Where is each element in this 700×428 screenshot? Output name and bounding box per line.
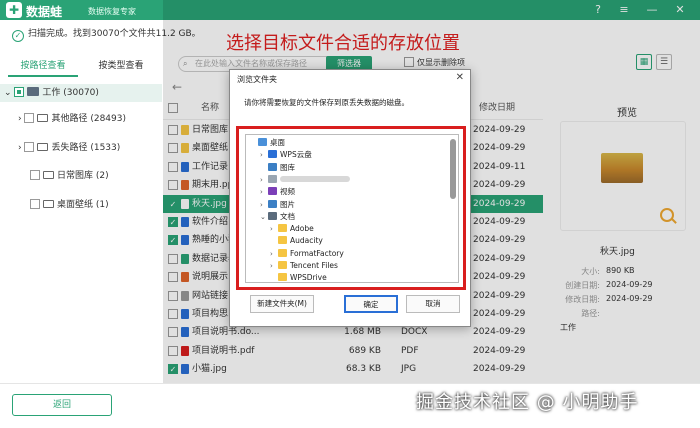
folder-tree-item[interactable]: › 视频	[260, 186, 295, 198]
folder-tree-label: Adobe	[290, 224, 314, 234]
folder-tree-label: 桌面	[270, 138, 285, 147]
back-button[interactable]: 返回	[12, 394, 112, 416]
folder-tree-item[interactable]: 图库	[260, 162, 295, 174]
folder-icon	[278, 273, 287, 282]
tree-item-label: 桌面壁纸 (1)	[57, 200, 109, 210]
folder-icon	[268, 199, 277, 208]
folder-tree-item[interactable]: WPSDrive	[270, 272, 327, 283]
tree-item-wallpapers[interactable]: 桌面壁纸 (1)	[30, 197, 109, 213]
folder-tree-item[interactable]: › FormatFactory	[270, 248, 344, 260]
folder-tree-item[interactable]: › Adobe	[270, 223, 314, 235]
folder-tree-label: 文档	[280, 211, 295, 221]
folder-icon	[278, 248, 287, 257]
check-circle-icon: ✓	[12, 30, 24, 42]
tree-item-label: 丢失路径 (1533)	[51, 143, 121, 153]
folder-icon	[268, 174, 277, 183]
folder-tree-label: FormatFactory	[290, 248, 344, 258]
tree-item-other-paths[interactable]: › 其他路径 (28493)	[18, 111, 126, 127]
folder-tree-item[interactable]: ⌄ 文档	[260, 211, 295, 223]
folder-icon	[37, 143, 49, 151]
new-folder-button[interactable]: 新建文件夹(M)	[250, 295, 314, 313]
folder-tree-label: 视频	[280, 187, 295, 197]
tree-item-checkbox[interactable]	[24, 142, 35, 152]
folder-tree-label: Audacity	[290, 236, 323, 246]
expand-arrow-icon[interactable]: ›	[260, 199, 268, 211]
watermark: 掘金技术社区 @ 小明助手	[416, 392, 639, 413]
folder-tree-item[interactable]: 桌面	[250, 137, 285, 149]
expand-arrow-icon[interactable]: ›	[260, 186, 268, 198]
folder-tree-item[interactable]: › WPS云盘	[260, 149, 312, 161]
dialog-title: 浏览文件夹	[237, 75, 277, 84]
folder-icon	[268, 162, 277, 171]
folder-tree-label: 图片	[280, 199, 295, 209]
folder-tree-label: 图库	[280, 162, 295, 172]
folder-icon	[278, 236, 287, 245]
folder-tree-item[interactable]: Audacity	[270, 235, 323, 247]
expand-arrow-icon[interactable]: ⌄	[260, 211, 268, 223]
tab-by-path[interactable]: 按路径查看	[8, 55, 78, 77]
folder-icon	[268, 211, 277, 220]
drive-icon	[27, 87, 40, 96]
expand-arrow-icon[interactable]: ›	[270, 260, 278, 272]
tree-item-lost-paths[interactable]: › 丢失路径 (1533)	[18, 140, 120, 156]
folder-icon	[278, 261, 287, 269]
chevron-down-icon[interactable]: ⌄	[4, 88, 14, 98]
view-tabs: 按路径查看 按类型查看	[0, 55, 162, 77]
redacted-label	[280, 175, 350, 182]
folder-tree-item[interactable]: › 图片	[260, 199, 295, 211]
expand-arrow-icon[interactable]: ›	[260, 174, 268, 186]
tree-item-checkbox[interactable]	[30, 199, 40, 209]
folder-icon	[43, 171, 54, 179]
tree-root-checkbox[interactable]	[14, 87, 25, 97]
folder-icon	[268, 187, 277, 196]
dialog-close-icon[interactable]: ✕	[456, 72, 464, 83]
folder-tree-label: WPSDrive	[290, 273, 327, 283]
app-logo-icon: ✚	[6, 2, 22, 18]
tree-root[interactable]: ⌄ 工作 (30070)	[4, 85, 99, 101]
expand-arrow-icon[interactable]: ›	[270, 223, 278, 235]
folder-tree-label: WPS云盘	[280, 150, 312, 160]
chevron-right-icon[interactable]: ›	[18, 143, 22, 153]
tree-item-checkbox[interactable]	[24, 113, 35, 123]
folder-icon	[37, 114, 49, 122]
folder-tree-item[interactable]: › Tencent Files	[270, 260, 338, 272]
folder-icon	[268, 150, 277, 159]
tab-by-type[interactable]: 按类型查看	[86, 55, 156, 77]
dialog-description: 请你将需要恢复的文件保存到原丢失数据的磁盘。	[244, 98, 409, 107]
folder-icon	[278, 224, 287, 233]
folder-icon	[43, 200, 54, 208]
tree-root-label: 工作 (30070)	[42, 88, 99, 98]
tree-item-checkbox[interactable]	[30, 170, 40, 180]
folder-tree-item[interactable]: ›	[260, 174, 350, 186]
tree-item-label: 日常图库 (2)	[57, 171, 109, 181]
chevron-right-icon[interactable]: ›	[18, 114, 22, 124]
ok-button[interactable]: 确定	[344, 295, 398, 313]
tree-item-daily-gallery[interactable]: 日常图库 (2)	[30, 168, 109, 184]
folder-icon	[258, 138, 267, 146]
expand-arrow-icon[interactable]: ›	[260, 149, 268, 161]
cancel-button[interactable]: 取消	[406, 295, 460, 313]
folder-tree-label: Tencent Files	[290, 261, 338, 270]
tree-item-label: 其他路径 (28493)	[51, 114, 126, 124]
app-name: 数据蛙	[26, 5, 63, 19]
browse-folder-dialog: 浏览文件夹 ✕ 请你将需要恢复的文件保存到原丢失数据的磁盘。 桌面 › WPS云盘图…	[229, 69, 471, 327]
app-subtitle: 数据恢复专家	[88, 7, 136, 16]
folder-tree-scrollbar[interactable]	[450, 139, 456, 199]
expand-arrow-icon[interactable]: ›	[270, 248, 278, 260]
folder-tree[interactable]: 桌面 › WPS云盘 图库 › › 视频 › 图片 ⌄ 文档 › Adobe Audacity › Forma…	[245, 134, 459, 283]
